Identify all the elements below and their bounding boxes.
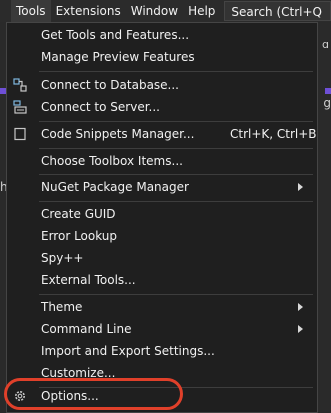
menu-item-code-snippets[interactable]: Code Snippets Manager... Ctrl+K, Ctrl+B bbox=[7, 123, 317, 145]
menu-extensions[interactable]: Extensions bbox=[51, 0, 126, 22]
background-glyph: ɑ bbox=[322, 38, 329, 51]
menu-item-theme[interactable]: Theme bbox=[7, 296, 317, 318]
menu-item-choose-toolbox[interactable]: Choose Toolbox Items... bbox=[7, 150, 317, 172]
menu-item-label: Create GUID bbox=[41, 207, 116, 221]
menu-item-manage-preview[interactable]: Manage Preview Features bbox=[7, 46, 317, 68]
menu-window[interactable]: Window bbox=[126, 0, 183, 22]
menu-item-spy[interactable]: Spy++ bbox=[7, 247, 317, 269]
menu-item-label: Code Snippets Manager... bbox=[41, 127, 195, 141]
background-accent-right bbox=[325, 88, 331, 94]
background-text-g: g bbox=[323, 96, 331, 110]
menu-item-label: External Tools... bbox=[41, 273, 136, 287]
menu-separator bbox=[39, 121, 313, 122]
menu-item-label: Error Lookup bbox=[41, 229, 118, 243]
menu-item-label: Choose Toolbox Items... bbox=[41, 154, 183, 168]
menu-item-label: Theme bbox=[41, 300, 83, 314]
menu-separator bbox=[39, 174, 313, 175]
snippet-icon bbox=[13, 127, 27, 141]
menu-item-create-guid[interactable]: Create GUID bbox=[7, 203, 317, 225]
submenu-arrow-icon bbox=[298, 183, 303, 191]
menu-item-import-export[interactable]: Import and Export Settings... bbox=[7, 340, 317, 362]
menu-separator bbox=[39, 148, 313, 149]
menu-item-nuget[interactable]: NuGet Package Manager bbox=[7, 176, 317, 198]
menu-item-connect-server[interactable]: Connect to Server... bbox=[7, 96, 317, 118]
search-box[interactable]: Search (Ctrl+Q bbox=[224, 1, 331, 21]
server-connect-icon bbox=[13, 100, 27, 114]
submenu-arrow-icon bbox=[298, 325, 303, 333]
menu-item-label: Manage Preview Features bbox=[41, 50, 195, 64]
submenu-arrow-icon bbox=[298, 303, 303, 311]
menu-item-shortcut: Ctrl+K, Ctrl+B bbox=[230, 127, 317, 141]
menu-help[interactable]: Help bbox=[183, 0, 220, 22]
menu-item-label: Connect to Database... bbox=[41, 78, 179, 92]
options-highlight-annotation bbox=[4, 378, 183, 410]
menu-item-label: NuGet Package Manager bbox=[41, 180, 189, 194]
menu-item-command-line[interactable]: Command Line bbox=[7, 318, 317, 340]
menu-item-get-tools[interactable]: Get Tools and Features... bbox=[7, 24, 317, 46]
menu-item-label: Get Tools and Features... bbox=[41, 28, 190, 42]
menu-separator bbox=[39, 71, 313, 72]
menu-item-external-tools[interactable]: External Tools... bbox=[7, 269, 317, 291]
menu-separator bbox=[39, 201, 313, 202]
menu-item-error-lookup[interactable]: Error Lookup bbox=[7, 225, 317, 247]
menu-item-label: Spy++ bbox=[41, 251, 84, 265]
tools-dropdown-menu: Get Tools and Features... Manage Preview… bbox=[6, 22, 318, 413]
database-connect-icon bbox=[13, 78, 27, 92]
background-editor-right bbox=[318, 22, 331, 413]
menu-tools[interactable]: Tools bbox=[11, 0, 51, 22]
menu-item-connect-database[interactable]: Connect to Database... bbox=[7, 74, 317, 96]
menu-item-label: Command Line bbox=[41, 322, 132, 336]
menu-bar: Tools Extensions Window Help Search (Ctr… bbox=[0, 0, 331, 22]
menu-item-label: Connect to Server... bbox=[41, 100, 160, 114]
menu-item-label: Import and Export Settings... bbox=[41, 344, 215, 358]
menu-separator bbox=[39, 294, 313, 295]
